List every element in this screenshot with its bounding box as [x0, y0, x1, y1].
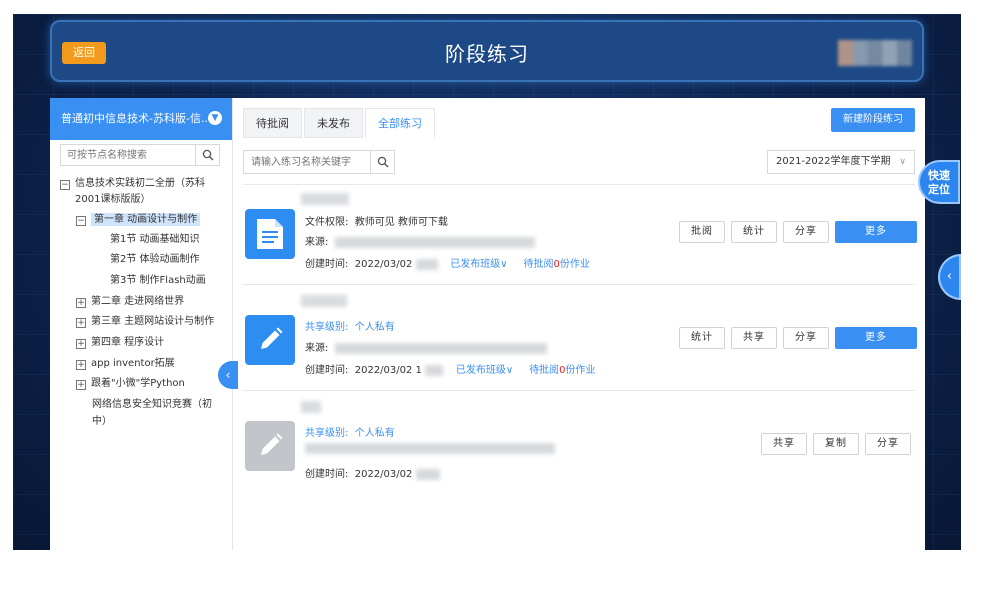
tree-chapter-4[interactable]: + 第四章 程序设计: [76, 333, 164, 349]
tree-section-3[interactable]: 第3节 制作Flash动画: [110, 271, 206, 286]
quick-locate-button[interactable]: 快速定位: [918, 160, 960, 204]
pending-count[interactable]: 待批阅0份作业: [529, 365, 595, 376]
expand-icon[interactable]: +: [76, 339, 86, 349]
tab-bar: 待批阅 未发布 全部练习: [243, 108, 437, 138]
share-button[interactable]: 分享: [783, 327, 829, 349]
file-permission: 文件权限: 教师可见 教师可下载: [305, 217, 448, 228]
page-title: 阶段练习: [445, 42, 529, 66]
tree-search-input[interactable]: [61, 145, 197, 165]
app-background: 返回 阶段练习 普通初中信息技术-苏科版-信... ▼ −信息技术实践初二全册（…: [13, 14, 961, 550]
course-name: 普通初中信息技术-苏科版-信...: [61, 112, 212, 125]
tree-ext-2[interactable]: + 跟着"小微"学Python: [76, 374, 185, 390]
tree-section-2[interactable]: 第2节 体验动画制作: [110, 250, 200, 265]
meta-row: 创建时间: 2022/03/02 1 已发布班级∨ 待批阅0份作业: [305, 364, 596, 376]
share-level: 共享级别: 个人私有: [305, 428, 395, 439]
term-select[interactable]: 2021-2022学年度下学期 ∨: [767, 150, 915, 174]
source-blurred: [305, 443, 555, 455]
course-selector[interactable]: 普通初中信息技术-苏科版-信... ▼: [50, 98, 232, 140]
chevron-down-icon[interactable]: ▼: [208, 111, 222, 125]
share-level: 共享级别: 个人私有: [305, 322, 395, 333]
content-panel: 普通初中信息技术-苏科版-信... ▼ −信息技术实践初二全册（苏科 2001课…: [50, 98, 925, 550]
tab-all[interactable]: 全部练习: [365, 108, 435, 138]
copy-button[interactable]: 复制: [813, 433, 859, 455]
search-icon[interactable]: [370, 151, 394, 173]
tree-chapter-3[interactable]: + 第三章 主题网站设计与制作: [76, 312, 214, 328]
share-button[interactable]: 分享: [783, 221, 829, 243]
pencil-icon: [245, 315, 295, 365]
practice-title-blurred[interactable]: [301, 401, 321, 413]
main-area: 待批阅 未发布 全部练习 新建阶段练习 2021-2022学年度下学期 ∨: [233, 98, 925, 550]
more-button[interactable]: 更多: [835, 327, 917, 349]
practice-title-blurred[interactable]: [301, 295, 347, 307]
pencil-icon: [245, 421, 295, 471]
practice-search-input[interactable]: [244, 151, 372, 173]
created-time: 2022/03/02 1: [354, 365, 422, 376]
new-practice-button[interactable]: 新建阶段练习: [831, 108, 915, 132]
meta-row: 创建时间: 2022/03/02 已发布班级∨ 待批阅0份作业: [305, 258, 590, 270]
meta-row: 创建时间: 2022/03/02: [305, 465, 440, 480]
published-classes-link[interactable]: 已发布班级∨: [456, 365, 513, 376]
practice-card: 共享级别: 个人私有 创建时间: 2022/03/02 共享 复制 分享: [243, 390, 915, 490]
expand-icon[interactable]: +: [76, 298, 86, 308]
published-classes-link[interactable]: 已发布班级∨: [450, 259, 507, 270]
share-to-button[interactable]: 共享: [731, 327, 777, 349]
term-value: 2021-2022学年度下学期: [776, 156, 891, 167]
tree-section-1[interactable]: 第1节 动画基础知识: [110, 230, 200, 245]
sidebar: 普通初中信息技术-苏科版-信... ▼ −信息技术实践初二全册（苏科 2001课…: [50, 98, 238, 550]
stats-button[interactable]: 统计: [731, 221, 777, 243]
tab-pending[interactable]: 待批阅: [243, 108, 302, 138]
panel-toggle-icon[interactable]: ‹: [938, 254, 961, 300]
created-time: 2022/03/02: [354, 259, 413, 270]
source: 来源:: [305, 339, 547, 354]
chevron-down-icon: ∨: [899, 157, 906, 167]
expand-icon[interactable]: +: [76, 380, 86, 390]
tree-ext-3[interactable]: 网络信息安全知识竞赛（初: [92, 395, 212, 410]
avatar[interactable]: [838, 40, 912, 66]
document-icon: [245, 209, 295, 259]
search-icon[interactable]: [195, 145, 219, 165]
practice-card: 共享级别: 个人私有 来源: 创建时间: 2022/03/02 1 已发布班级∨…: [243, 284, 917, 390]
created-time: 2022/03/02: [354, 469, 413, 480]
tree-ext-1[interactable]: + app inventor拓展: [76, 354, 175, 370]
expand-icon[interactable]: +: [76, 360, 86, 370]
tree-chapter-2[interactable]: + 第二章 走进网络世界: [76, 292, 184, 308]
share-to-button[interactable]: 共享: [761, 433, 807, 455]
tab-unpublished[interactable]: 未发布: [304, 108, 363, 138]
practice-search: [243, 150, 395, 174]
tree-root[interactable]: − 信息技术实践初二全册（苏科: [60, 174, 205, 190]
share-button[interactable]: 分享: [865, 433, 911, 455]
review-button[interactable]: 批阅: [679, 221, 725, 243]
source: 来源:: [305, 233, 535, 248]
tree-search: [60, 144, 220, 166]
tree-ext-3-line2: 中）: [92, 416, 112, 427]
pending-count[interactable]: 待批阅0份作业: [524, 259, 590, 270]
tree-chapter-1[interactable]: − 第一章 动画设计与制作: [76, 210, 201, 226]
collapse-icon[interactable]: −: [76, 216, 86, 226]
stats-button[interactable]: 统计: [679, 327, 725, 349]
expand-icon[interactable]: +: [76, 318, 86, 328]
collapse-icon[interactable]: −: [60, 180, 70, 190]
more-button[interactable]: 更多: [835, 221, 917, 243]
tree-root-line2: 2001课标版版）: [75, 194, 151, 205]
practice-title-blurred[interactable]: [301, 193, 349, 205]
header-bar: 返回 阶段练习: [50, 20, 924, 82]
practice-card: 文件权限: 教师可见 教师可下载 来源: 创建时间: 2022/03/02 已发…: [243, 184, 917, 284]
